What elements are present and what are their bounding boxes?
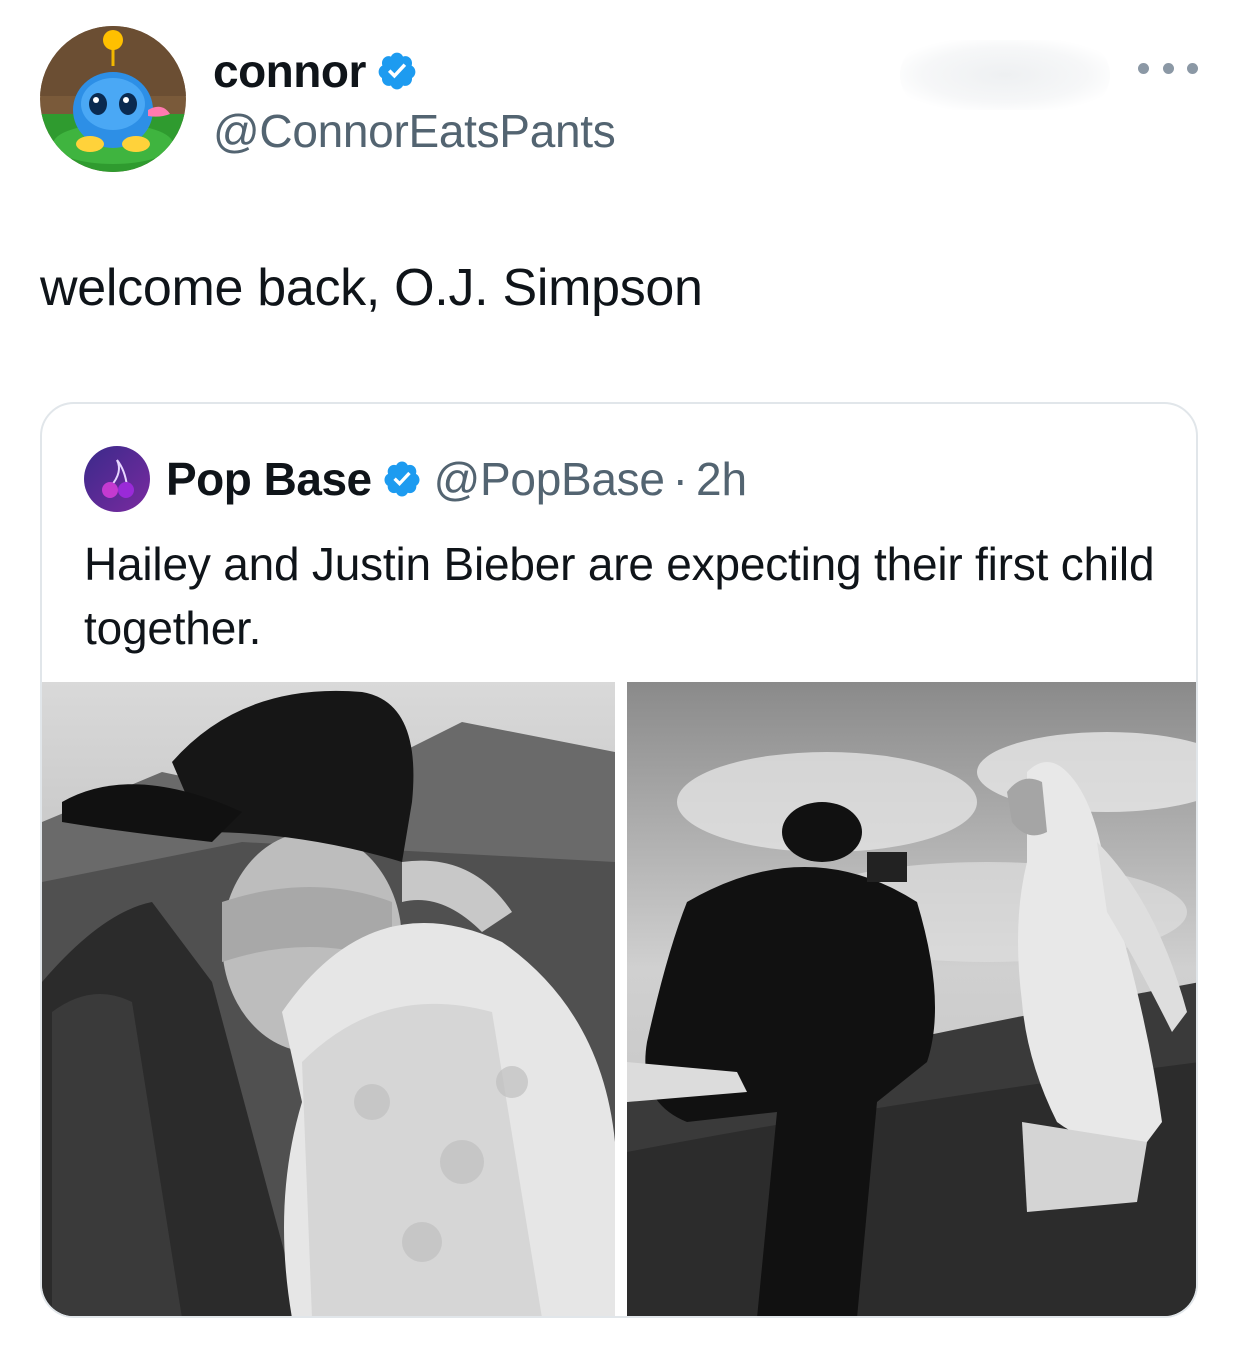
verified-badge-icon [384,461,420,497]
quoted-tweet-text: Hailey and Justin Bieber are expecting t… [84,538,1155,654]
author-handle[interactable]: @ConnorEatsPants [213,104,616,158]
couple-embrace-photo[interactable] [42,682,615,1316]
more-options-icon[interactable] [1138,54,1198,82]
quoted-timestamp[interactable]: 2h [696,452,747,506]
cherry-logo-icon [84,446,150,512]
photographer-field-photo[interactable] [627,682,1196,1316]
tweet-text: welcome back, O.J. Simpson [40,259,703,317]
dot-icon [1162,62,1174,74]
author-display-name[interactable]: connor [213,44,366,98]
author-avatar[interactable] [40,26,186,172]
author-name-row: connor [213,42,418,100]
quoted-handle[interactable]: @PopBase [434,452,665,506]
quoted-tweet-card[interactable]: Pop Base @PopBase · 2h Hailey and Justin… [40,402,1198,1318]
separator-dot: · [672,453,688,505]
quoted-display-name[interactable]: Pop Base [166,452,372,506]
redacted-area [900,40,1110,110]
dot-icon [1138,62,1149,74]
photographer-field-image [627,682,1196,1316]
photo-divider [615,682,627,1316]
quoted-author-avatar[interactable] [84,446,150,512]
chao-avatar-image [40,26,186,172]
dot-icon [1187,62,1198,74]
quoted-tweet-header: Pop Base @PopBase · 2h [84,446,747,512]
verified-badge-icon [378,52,416,90]
quoted-media-grid [42,682,1196,1316]
couple-embrace-image [42,682,615,1316]
